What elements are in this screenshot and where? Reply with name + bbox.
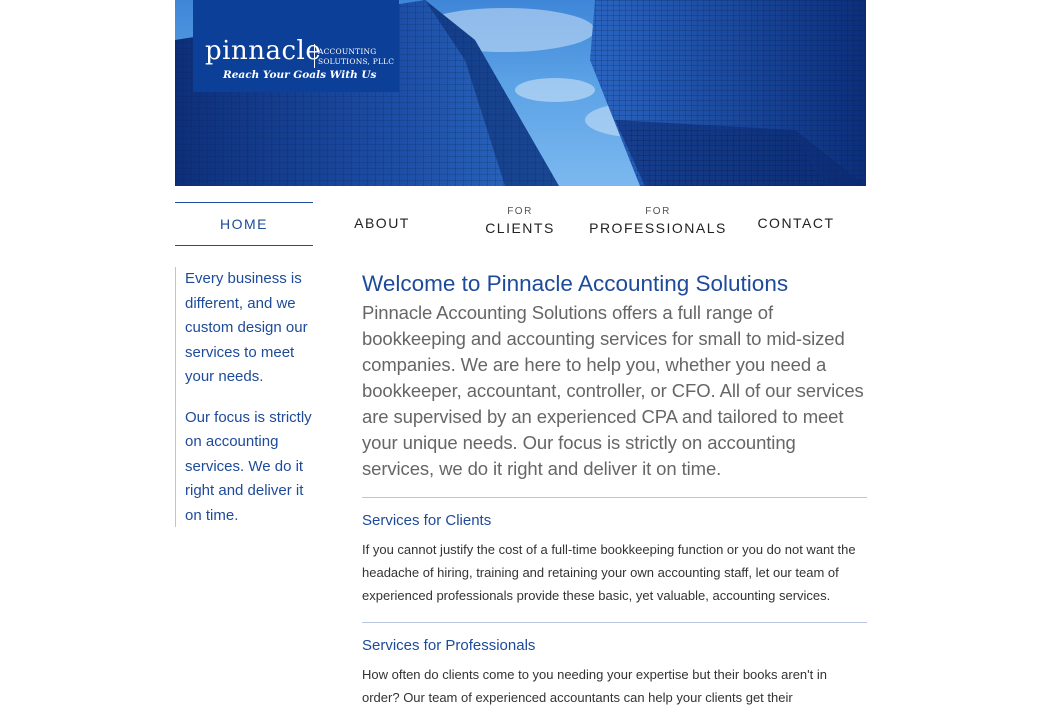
divider <box>362 622 867 623</box>
logo-line-accounting: ACCOUNTING <box>318 47 377 56</box>
hero-banner: pinnacle ACCOUNTING SOLUTIONS, PLLC Reac… <box>175 0 866 186</box>
divider <box>362 497 867 498</box>
nav-contact[interactable]: CONTACT <box>727 202 865 244</box>
sidebar-paragraph-2: Our focus is strictly on accounting serv… <box>185 408 312 524</box>
section-body-professionals: How often do clients come to you needing… <box>362 667 827 705</box>
nav-about[interactable]: ABOUT <box>313 202 451 244</box>
section-title-clients: Services for Clients <box>362 512 492 529</box>
logo-wordmark: pinnacle <box>205 36 322 66</box>
page: pinnacle ACCOUNTING SOLUTIONS, PLLC Reac… <box>0 0 1050 705</box>
nav-for-professionals-label: PROFESSIONALS <box>589 220 727 236</box>
nav-for-clients[interactable]: FOR CLIENTS <box>451 202 589 244</box>
nav-for-professionals[interactable]: FOR PROFESSIONALS <box>589 202 727 244</box>
sidebar-callout: Every business is different, and we cust… <box>175 267 320 527</box>
intro-paragraph: Pinnacle Accounting Solutions offers a f… <box>362 302 864 479</box>
logo-line-solutions: SOLUTIONS, PLLC <box>318 57 395 66</box>
logo-divider <box>314 44 315 68</box>
section-body-clients: If you cannot justify the cost of a full… <box>362 542 856 603</box>
sidebar-paragraph-1: Every business is different, and we cust… <box>185 270 308 385</box>
nav-for-clients-label: CLIENTS <box>485 220 555 236</box>
page-title: Welcome to Pinnacle Accounting Solutions <box>362 271 789 296</box>
nav-contact-label: CONTACT <box>757 215 835 231</box>
nav-for-clients-prefix: FOR <box>507 206 533 217</box>
logo[interactable]: pinnacle ACCOUNTING SOLUTIONS, PLLC Reac… <box>193 0 399 92</box>
main-nav: HOME ABOUT FOR CLIENTS FOR PROFESSIONALS… <box>175 202 866 246</box>
nav-about-label: ABOUT <box>354 215 410 231</box>
main-content: Welcome to Pinnacle Accounting Solutions… <box>362 268 867 709</box>
logo-tagline: Reach Your Goals With Us <box>223 69 377 81</box>
nav-home[interactable]: HOME <box>175 202 313 246</box>
section-title-professionals: Services for Professionals <box>362 637 536 654</box>
nav-for-professionals-prefix: FOR <box>645 206 671 217</box>
nav-home-label: HOME <box>220 216 268 232</box>
